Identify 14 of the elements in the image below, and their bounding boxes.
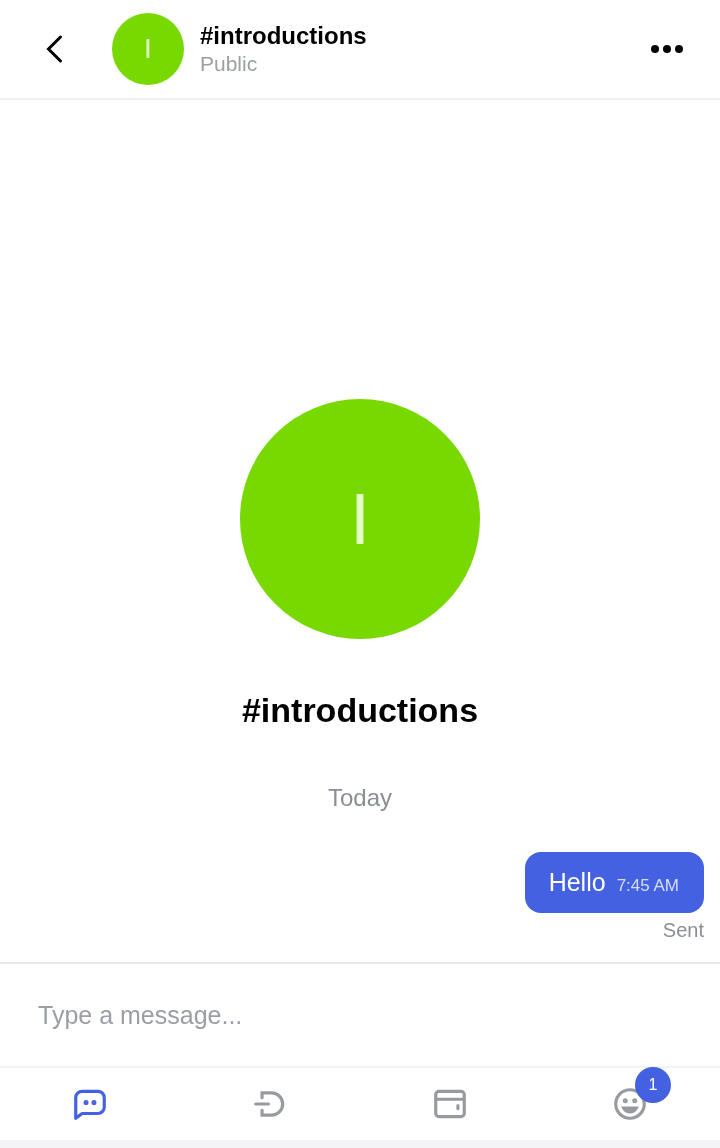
date-divider: Today <box>327 784 392 812</box>
channel-name: #introductions <box>241 691 479 730</box>
more-dots-icon <box>650 44 684 54</box>
smiley-icon <box>611 1085 649 1123</box>
channel-title: #introductions <box>200 22 368 50</box>
channel-avatar: I <box>112 13 184 85</box>
channel-type: Public <box>200 52 259 76</box>
channel-avatar: I <box>240 399 480 639</box>
more-options-button[interactable] <box>650 44 684 54</box>
message-text: Hello <box>548 868 606 897</box>
message-time: 7:45 AM <box>616 876 679 896</box>
message-status: Sent <box>662 919 704 942</box>
notification-badge: 1 <box>635 1067 671 1103</box>
face-tab[interactable]: 1 <box>540 1068 720 1140</box>
